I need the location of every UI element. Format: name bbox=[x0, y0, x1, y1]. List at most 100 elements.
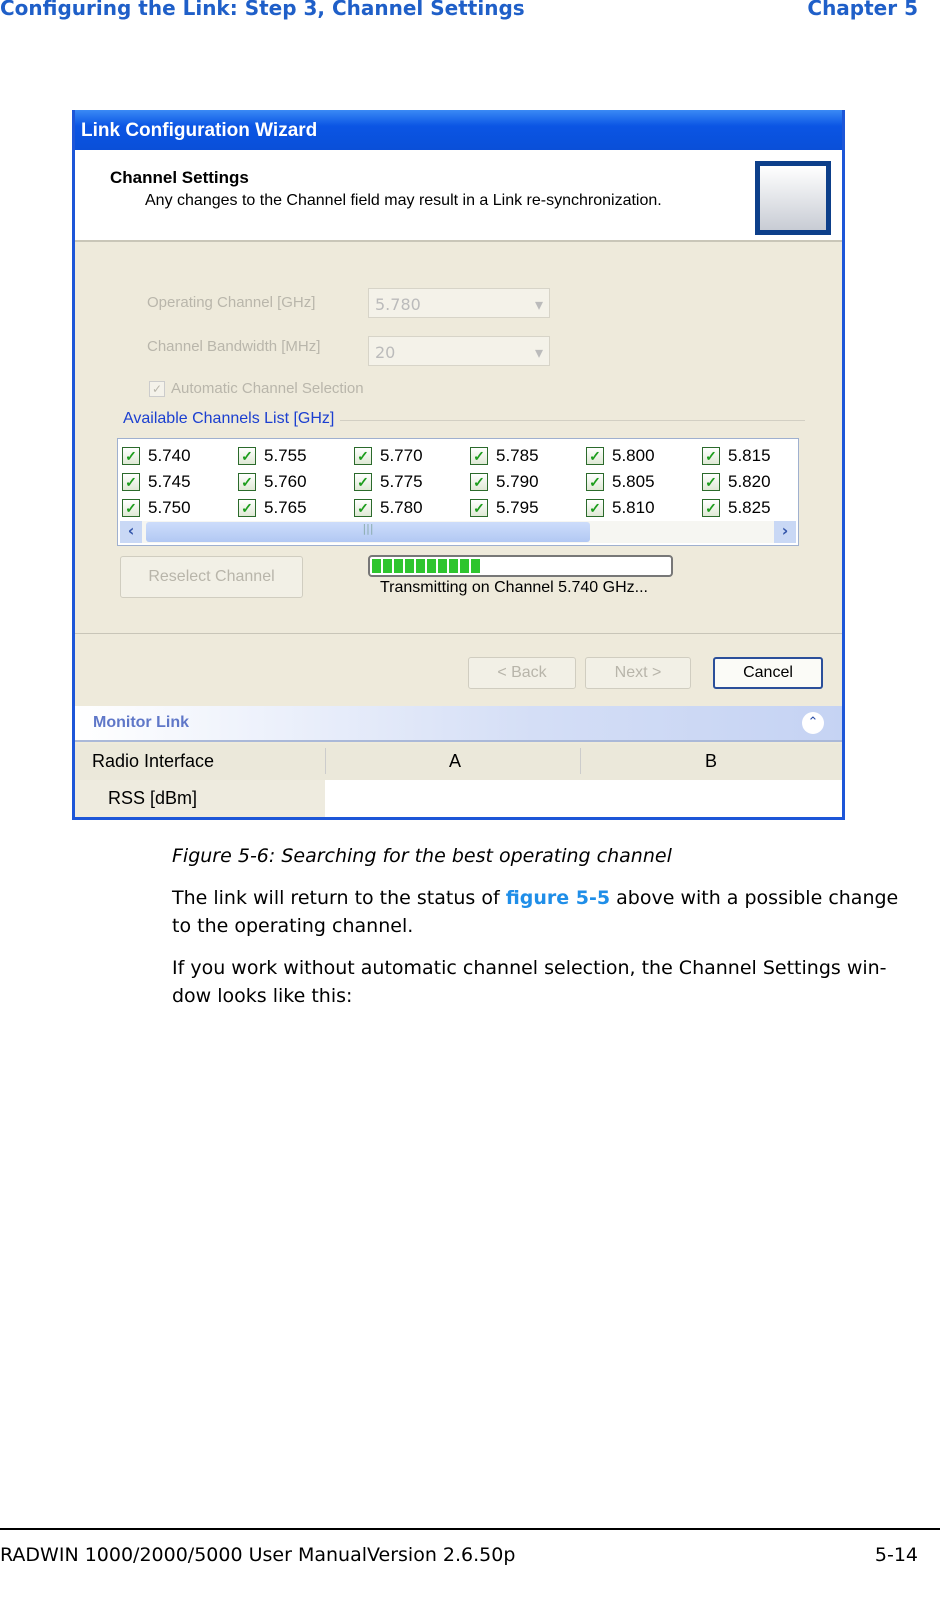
channel-checkbox[interactable]: ✓ 5.785 bbox=[470, 443, 586, 469]
channel-label: 5.820 bbox=[728, 472, 771, 491]
channel-label: 5.825 bbox=[728, 498, 771, 517]
channel-checkbox[interactable]: ✓ 5.780 bbox=[354, 495, 470, 521]
channel-label: 5.740 bbox=[148, 446, 191, 465]
channel-label: 5.815 bbox=[728, 446, 771, 465]
link-configuration-wizard-dialog: Link Configuration Wizard Channel Settin… bbox=[72, 110, 845, 820]
channels-group-label: Available Channels List [GHz] bbox=[123, 410, 335, 427]
figure-5-5-link[interactable]: figure 5-5 bbox=[506, 887, 610, 909]
column-header-b: B bbox=[705, 751, 718, 771]
channel-checkbox[interactable]: ✓ 5.805 bbox=[586, 469, 702, 495]
checkbox-check-icon: ✓ bbox=[470, 447, 488, 465]
page-header-title: Configuring the Link: Step 3, Channel Se… bbox=[0, 0, 525, 20]
column-header-a: A bbox=[449, 751, 462, 771]
channel-checkbox[interactable]: ✓ 5.770 bbox=[354, 443, 470, 469]
auto-channel-checkbox[interactable]: ✓ Automatic Channel Selection bbox=[149, 380, 364, 397]
table-row: RSS [dBm] bbox=[75, 780, 842, 817]
checkbox-check-icon: ✓ bbox=[122, 473, 140, 491]
section-title: Channel Settings bbox=[110, 168, 249, 187]
checkbox-check-icon: ✓ bbox=[238, 473, 256, 491]
checkbox-check-icon: ✓ bbox=[149, 380, 165, 397]
progress-bar bbox=[368, 555, 673, 577]
checkbox-check-icon: ✓ bbox=[238, 447, 256, 465]
paragraph-manual-selection: If you work without automatic channel se… bbox=[172, 957, 887, 1007]
channel-label: 5.795 bbox=[496, 498, 539, 517]
channel-checkbox[interactable]: ✓ 5.800 bbox=[586, 443, 702, 469]
channel-label: 5.810 bbox=[612, 498, 655, 517]
monitor-table-header: Radio Interface A B bbox=[75, 744, 842, 780]
operating-channel-select[interactable]: 5.780 ▾ bbox=[368, 288, 550, 318]
checkbox-check-icon: ✓ bbox=[702, 499, 720, 517]
channel-checkbox[interactable]: ✓ 5.815 bbox=[702, 443, 818, 469]
monitor-link-bar: Monitor Link ⌃ bbox=[75, 706, 842, 742]
page-header-chapter: Chapter 5 bbox=[807, 0, 918, 20]
channel-checkbox[interactable]: ✓ 5.755 bbox=[238, 443, 354, 469]
dialog-title-bar: Link Configuration Wizard bbox=[75, 110, 842, 150]
collapse-chevron-icon[interactable]: ⌃ bbox=[802, 712, 824, 734]
scroll-thumb[interactable]: ||| bbox=[146, 522, 590, 542]
operating-channel-value: 5.780 bbox=[375, 295, 421, 314]
reselect-channel-button[interactable]: Reselect Channel bbox=[120, 556, 303, 598]
checkbox-check-icon: ✓ bbox=[122, 447, 140, 465]
checkbox-check-icon: ✓ bbox=[586, 447, 604, 465]
back-button[interactable]: < Back bbox=[468, 657, 576, 689]
checkbox-check-icon: ✓ bbox=[586, 499, 604, 517]
checkbox-check-icon: ✓ bbox=[470, 473, 488, 491]
bandwidth-value: 20 bbox=[375, 343, 396, 362]
channel-label: 5.780 bbox=[380, 498, 423, 517]
progress-fill bbox=[372, 559, 482, 573]
channel-label: 5.770 bbox=[380, 446, 423, 465]
section-description: Any changes to the Channel field may res… bbox=[145, 192, 662, 209]
auto-channel-label: Automatic Channel Selection bbox=[171, 380, 364, 397]
footer-rule bbox=[0, 1528, 940, 1530]
cancel-button[interactable]: Cancel bbox=[713, 657, 823, 689]
channel-label: 5.765 bbox=[264, 498, 307, 517]
wizard-header: Channel Settings Any changes to the Chan… bbox=[75, 150, 842, 242]
checkbox-check-icon: ✓ bbox=[238, 499, 256, 517]
status-text: Transmitting on Channel 5.740 GHz... bbox=[380, 579, 648, 596]
channel-label: 5.785 bbox=[496, 446, 539, 465]
page-number: 5-14 bbox=[874, 1544, 918, 1566]
checkbox-check-icon: ✓ bbox=[354, 473, 372, 491]
checkbox-check-icon: ✓ bbox=[122, 499, 140, 517]
group-divider bbox=[340, 420, 805, 421]
channel-label: 5.755 bbox=[264, 446, 307, 465]
bandwidth-label: Channel Bandwidth [MHz] bbox=[147, 338, 321, 355]
monitor-link-title: Monitor Link bbox=[93, 714, 189, 731]
checkbox-check-icon: ✓ bbox=[354, 447, 372, 465]
channel-checkbox[interactable]: ✓ 5.790 bbox=[470, 469, 586, 495]
channel-label: 5.775 bbox=[380, 472, 423, 491]
checkbox-check-icon: ✓ bbox=[702, 447, 720, 465]
checkbox-check-icon: ✓ bbox=[702, 473, 720, 491]
channel-label: 5.790 bbox=[496, 472, 539, 491]
channel-checkbox[interactable]: ✓ 5.795 bbox=[470, 495, 586, 521]
channel-label: 5.750 bbox=[148, 498, 191, 517]
channel-checkbox[interactable]: ✓ 5.745 bbox=[122, 469, 238, 495]
channels-list: ✓ 5.740 ✓ 5.745 ✓ 5.750 ✓ 5.755 ✓ 5.760 ✓ 5.765 ✓ 5.7… bbox=[117, 438, 799, 546]
channel-checkbox[interactable]: ✓ 5.765 bbox=[238, 495, 354, 521]
next-button[interactable]: Next > bbox=[585, 657, 691, 689]
channel-label: 5.805 bbox=[612, 472, 655, 491]
checkbox-check-icon: ✓ bbox=[354, 499, 372, 517]
checkbox-check-icon: ✓ bbox=[586, 473, 604, 491]
channel-checkbox[interactable]: ✓ 5.825 bbox=[702, 495, 818, 521]
channel-checkbox[interactable]: ✓ 5.820 bbox=[702, 469, 818, 495]
figure-caption: Figure 5-6: Searching for the best opera… bbox=[172, 845, 672, 867]
checkbox-check-icon: ✓ bbox=[470, 499, 488, 517]
channel-checkbox[interactable]: ✓ 5.810 bbox=[586, 495, 702, 521]
paragraph-return-status: The link will return to the status of fi… bbox=[172, 884, 912, 940]
bandwidth-select[interactable]: 20 ▾ bbox=[368, 336, 550, 366]
footer-title: RADWIN 1000/2000/5000 User ManualVersion… bbox=[0, 1544, 516, 1566]
channel-checkbox[interactable]: ✓ 5.750 bbox=[122, 495, 238, 521]
text: The link will return to the status of bbox=[172, 887, 506, 909]
channel-checkbox[interactable]: ✓ 5.775 bbox=[354, 469, 470, 495]
channel-label: 5.800 bbox=[612, 446, 655, 465]
channel-checkbox[interactable]: ✓ 5.760 bbox=[238, 469, 354, 495]
channel-label: 5.760 bbox=[264, 472, 307, 491]
scroll-left-icon[interactable]: ‹ bbox=[120, 521, 142, 543]
operating-channel-label: Operating Channel [GHz] bbox=[147, 294, 316, 311]
channel-checkbox[interactable]: ✓ 5.740 bbox=[122, 443, 238, 469]
horizontal-scrollbar[interactable]: ‹ ||| › bbox=[120, 521, 796, 543]
scroll-right-icon[interactable]: › bbox=[774, 521, 796, 543]
footer-divider bbox=[75, 633, 842, 634]
column-header-radio-interface: Radio Interface bbox=[92, 751, 215, 771]
